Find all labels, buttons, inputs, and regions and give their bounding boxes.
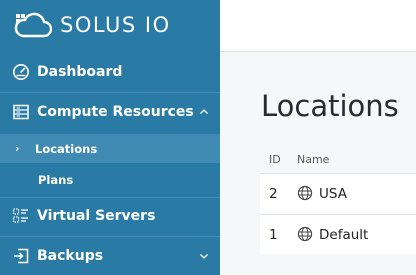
sidebar-item-label: Compute Resources (37, 104, 194, 120)
brand-name: SOLUS IO (60, 13, 171, 37)
sidebar-subitem-label: Locations (35, 141, 98, 156)
sidebar-item-dashboard[interactable]: Dashboard (0, 56, 220, 88)
divider (0, 236, 220, 237)
chevron-up-icon[interactable] (199, 107, 209, 117)
virtual-servers-icon (12, 207, 30, 225)
sidebar-subitem-locations[interactable]: › Locations (0, 134, 220, 163)
sidebar-item-label: Dashboard (37, 64, 123, 80)
divider (0, 197, 220, 198)
cell-name[interactable]: Default (319, 227, 368, 243)
main-content: Locations ID Name 2 USA 1 Default (220, 53, 416, 275)
table-row[interactable]: 2 USA (260, 173, 416, 213)
column-header-id[interactable]: ID (269, 153, 281, 166)
cell-id: 1 (269, 227, 278, 243)
column-header-name[interactable]: Name (297, 153, 329, 166)
divider (0, 92, 220, 93)
sidebar-subitem-label: Plans (38, 173, 74, 187)
active-marker-icon: › (15, 142, 20, 155)
cloud-logo-icon (14, 12, 52, 38)
sidebar: SOLUS IO Dashboard Compute Resources › L… (0, 0, 220, 275)
sidebar-item-label: Backups (37, 248, 104, 264)
speedometer-icon (12, 63, 30, 81)
sidebar-item-backups[interactable]: Backups (0, 240, 220, 272)
top-header-bar (220, 0, 416, 52)
server-list-icon (12, 103, 30, 121)
sidebar-item-virtual-servers[interactable]: Virtual Servers (0, 200, 220, 232)
table-row[interactable]: 1 Default (260, 214, 416, 254)
cell-name[interactable]: USA (319, 186, 347, 202)
brand-logo[interactable]: SOLUS IO (0, 0, 220, 50)
page-title: Locations (261, 89, 399, 123)
globe-icon (297, 226, 313, 242)
table-header: ID Name (260, 147, 416, 171)
sidebar-subitem-plans[interactable]: Plans (0, 166, 220, 194)
sidebar-item-compute-resources[interactable]: Compute Resources (0, 96, 220, 128)
backup-icon (12, 247, 30, 265)
sidebar-item-label: Virtual Servers (37, 208, 156, 224)
chevron-down-icon[interactable] (199, 251, 209, 261)
cell-id: 2 (269, 186, 278, 202)
globe-icon (297, 185, 313, 201)
